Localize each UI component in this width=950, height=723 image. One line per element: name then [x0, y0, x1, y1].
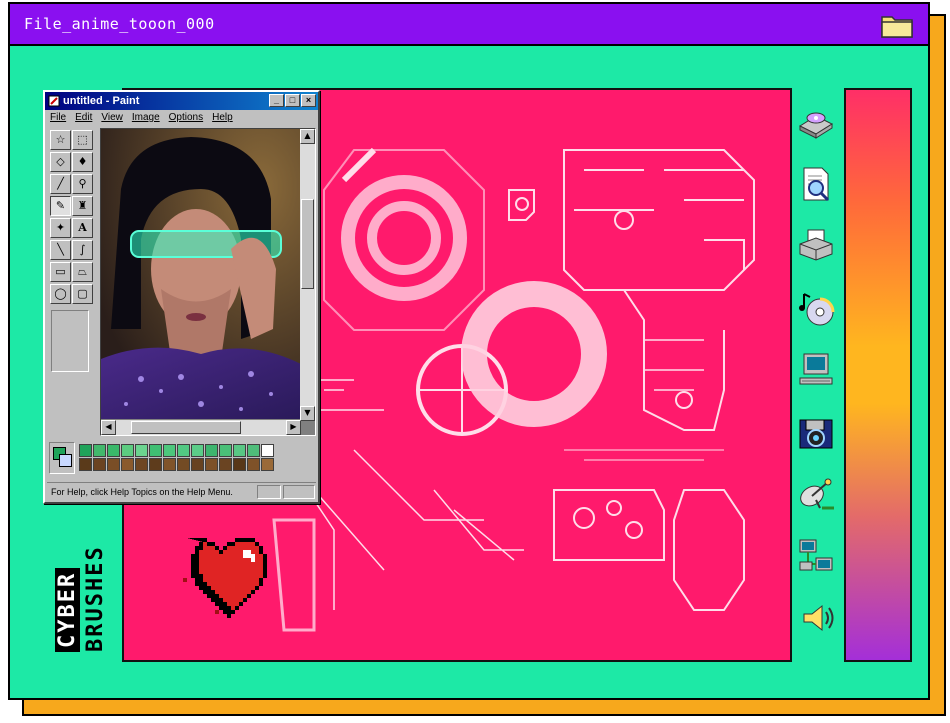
palette-swatch[interactable]	[93, 444, 106, 457]
curve-tool-icon[interactable]: ∫	[72, 240, 93, 260]
computer-icon[interactable]	[796, 350, 836, 390]
palette-swatch[interactable]	[107, 458, 120, 471]
menu-help[interactable]: Help	[212, 110, 233, 126]
ellipse-tool-icon[interactable]: ◯	[50, 284, 71, 304]
brand-logo: CYBER BRUSHES	[55, 524, 115, 674]
paint-title: untitled - Paint	[63, 95, 140, 107]
status-text: For Help, click Help Topics on the Help …	[51, 487, 233, 497]
minimize-button[interactable]: _	[269, 94, 284, 107]
satellite-icon[interactable]	[796, 474, 836, 514]
printer-icon[interactable]	[796, 226, 836, 266]
paint-title-bar[interactable]: untitled - Paint _ □ ×	[45, 92, 318, 110]
palette-swatch[interactable]	[93, 458, 106, 471]
palette-swatch[interactable]	[247, 458, 260, 471]
current-colors[interactable]	[49, 442, 75, 474]
palette-swatch[interactable]	[177, 458, 190, 471]
palette-swatch[interactable]	[79, 444, 92, 457]
palette-swatch[interactable]	[261, 458, 274, 471]
gradient-panel	[844, 88, 912, 662]
speaker-icon[interactable]	[796, 598, 836, 638]
status-position-cell	[257, 485, 281, 499]
anime-girl-photo	[101, 129, 301, 419]
main-window: File_anime_tooon_000 CYBER BRUSHES untit…	[8, 2, 930, 700]
horizontal-scrollbar[interactable]: ◀ ▶	[101, 420, 301, 435]
palette-swatch[interactable]	[79, 458, 92, 471]
palette-swatch[interactable]	[135, 444, 148, 457]
menu-image[interactable]: Image	[132, 110, 160, 126]
find-document-icon[interactable]	[796, 164, 836, 204]
tool-options-box[interactable]	[51, 310, 89, 372]
palette-swatch[interactable]	[121, 458, 134, 471]
scroll-right-button[interactable]: ▶	[286, 420, 301, 435]
status-size-cell	[283, 485, 315, 499]
folder-icon[interactable]	[880, 11, 914, 39]
brush-tool-icon[interactable]: ♜	[72, 196, 93, 216]
palette-swatch[interactable]	[177, 444, 190, 457]
text-tool-icon[interactable]: A	[72, 218, 93, 238]
title-bar[interactable]: File_anime_tooon_000	[10, 4, 928, 46]
camera-disk-icon[interactable]	[796, 412, 836, 452]
scroll-up-button[interactable]: ▲	[300, 129, 315, 144]
pencil-tool-icon[interactable]: ✎	[50, 196, 71, 216]
close-button[interactable]: ×	[301, 94, 316, 107]
paint-menu-bar: File Edit View Image Options Help	[45, 110, 318, 126]
vertical-scroll-thumb[interactable]	[301, 199, 314, 289]
palette-swatch[interactable]	[163, 458, 176, 471]
palette-swatch[interactable]	[191, 458, 204, 471]
window-title: File_anime_tooon_000	[24, 15, 215, 33]
palette-swatch[interactable]	[261, 444, 274, 457]
menu-options[interactable]: Options	[169, 110, 203, 126]
palette-swatch[interactable]	[163, 444, 176, 457]
fill-tool-icon[interactable]: ♦	[72, 152, 93, 172]
magnifier-tool-icon[interactable]: ⚲	[72, 174, 93, 194]
palette-swatch[interactable]	[233, 458, 246, 471]
rect-select-tool-icon[interactable]: ⬚	[72, 130, 93, 150]
paint-drawing-area[interactable]: ▲ ▼ ◀ ▶	[100, 128, 316, 436]
brand-line-brushes: BRUSHES	[83, 545, 108, 652]
scroll-down-button[interactable]: ▼	[300, 406, 315, 421]
desktop-icon-column	[796, 102, 840, 660]
rounded-rect-tool-icon[interactable]: ▢	[72, 284, 93, 304]
airbrush-tool-icon[interactable]: ✦	[50, 218, 71, 238]
network-icon[interactable]	[796, 536, 836, 576]
disc-drive-icon[interactable]	[796, 102, 836, 142]
line-tool-icon[interactable]: ╲	[50, 240, 71, 260]
free-select-tool-icon[interactable]: ☆	[50, 130, 71, 150]
color-palette	[49, 442, 317, 476]
status-bar: For Help, click Help Topics on the Help …	[47, 482, 316, 500]
pixel-heart-icon	[183, 538, 267, 618]
palette-swatch[interactable]	[219, 444, 232, 457]
menu-file[interactable]: File	[50, 110, 66, 126]
menu-edit[interactable]: Edit	[75, 110, 92, 126]
paint-window[interactable]: untitled - Paint _ □ × File Edit View Im…	[43, 90, 320, 504]
palette-swatch[interactable]	[205, 458, 218, 471]
palette-swatch[interactable]	[233, 444, 246, 457]
palette-swatch[interactable]	[219, 458, 232, 471]
palette-swatch[interactable]	[135, 458, 148, 471]
menu-view[interactable]: View	[101, 110, 123, 126]
rectangle-tool-icon[interactable]: ▭	[50, 262, 71, 282]
polygon-tool-icon[interactable]: ⏢	[72, 262, 93, 282]
music-cd-icon[interactable]	[796, 288, 836, 328]
maximize-button[interactable]: □	[285, 94, 300, 107]
palette-swatch[interactable]	[121, 444, 134, 457]
paint-app-icon	[48, 95, 60, 107]
palette-swatch[interactable]	[247, 444, 260, 457]
horizontal-scroll-thumb[interactable]	[131, 421, 241, 434]
palette-swatch[interactable]	[149, 444, 162, 457]
palette-swatch[interactable]	[107, 444, 120, 457]
scroll-left-button[interactable]: ◀	[101, 420, 116, 435]
palette-swatches	[79, 444, 274, 471]
color-picker-tool-icon[interactable]: ╱	[50, 174, 71, 194]
palette-swatch[interactable]	[149, 458, 162, 471]
palette-swatch[interactable]	[191, 444, 204, 457]
eraser-tool-icon[interactable]: ◇	[50, 152, 71, 172]
vertical-scrollbar[interactable]: ▲ ▼	[300, 129, 315, 421]
palette-swatch[interactable]	[205, 444, 218, 457]
brand-line-cyber: CYBER	[55, 567, 80, 652]
